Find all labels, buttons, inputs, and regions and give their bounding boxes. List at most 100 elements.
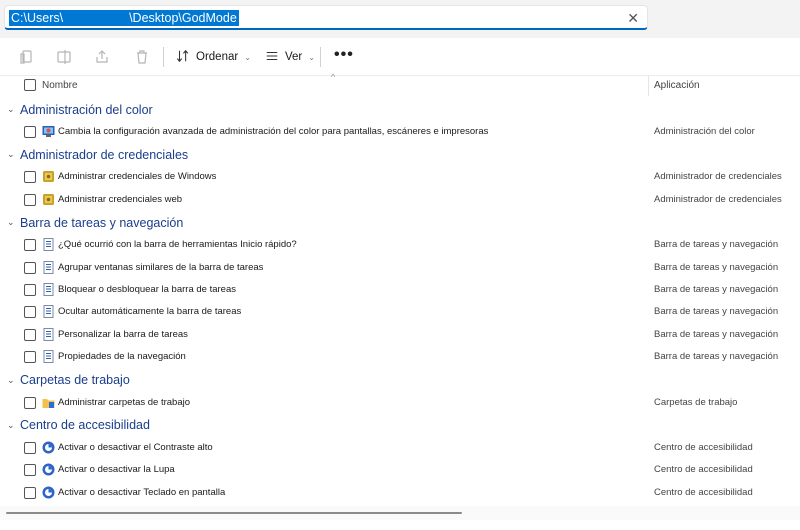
select-all-checkbox[interactable]	[24, 79, 36, 91]
group-header[interactable]: ⌄ Barra de tareas y navegación	[0, 211, 800, 234]
group-title: Administrador de credenciales	[20, 147, 189, 162]
item-name[interactable]: Propiedades de la navegación	[58, 351, 186, 362]
credential-icon	[42, 193, 55, 206]
view-icon	[265, 49, 279, 66]
taskbar-icon	[42, 260, 55, 274]
item-checkbox[interactable]	[24, 328, 36, 341]
item-checkbox[interactable]	[24, 126, 36, 138]
toolbar-separator	[163, 47, 164, 67]
item-name[interactable]: Agrupar ventanas similares de la barra d…	[58, 262, 263, 273]
sort-label: Ordenar	[196, 51, 239, 63]
item-application: Barra de tareas y navegación	[654, 261, 779, 273]
list-item[interactable]: Administrar credenciales web Administrado…	[0, 189, 800, 211]
item-name[interactable]: Activar o desactivar Teclado en pantalla	[58, 487, 225, 498]
item-checkbox[interactable]	[24, 261, 36, 274]
accessibility-icon	[42, 486, 55, 499]
taskbar-icon	[42, 282, 55, 296]
item-name[interactable]: Administrar credenciales de Windows	[58, 171, 216, 182]
column-divider[interactable]	[648, 76, 649, 96]
list-item[interactable]: Activar o desactivar Teclado en pantalla…	[0, 482, 800, 504]
item-checkbox[interactable]	[24, 441, 36, 454]
accessibility-icon	[42, 441, 55, 454]
item-application: Carpetas de trabajo	[654, 396, 738, 408]
chevron-down-icon: ⌄	[7, 419, 15, 430]
list-item[interactable]: Administrar credenciales de Windows Admin…	[0, 166, 800, 188]
credential-icon	[42, 170, 55, 183]
view-button[interactable]: Ver ⌄	[265, 47, 315, 67]
group-title: Centro de accesibilidad	[20, 418, 150, 433]
group-header[interactable]: ⌄ Administración del color	[0, 98, 800, 121]
chevron-down-icon: ⌄	[7, 217, 15, 228]
taskbar-icon	[42, 238, 55, 252]
item-checkbox[interactable]	[24, 486, 36, 499]
item-application: Administrador de credenciales	[654, 193, 782, 205]
item-name[interactable]: Cambia la configuración avanzada de admi…	[58, 126, 488, 137]
address-path[interactable]: C:\Users\ \Desktop\GodMode	[9, 10, 239, 26]
chevron-down-icon: ⌄	[7, 104, 15, 114]
taskbar-icon	[42, 327, 55, 341]
list-item[interactable]: Administrar carpetas de trabajo Carpetas …	[0, 392, 800, 414]
share-icon[interactable]	[93, 48, 111, 66]
item-checkbox[interactable]	[24, 306, 36, 319]
list-item[interactable]: Bloquear o desbloquear la barra de tarea…	[0, 279, 800, 301]
horizontal-scrollbar-thumb[interactable]	[6, 512, 462, 514]
more-options-button[interactable]: •••	[334, 46, 354, 64]
color-management-icon	[42, 125, 55, 138]
chevron-down-icon: ⌄	[7, 149, 15, 160]
item-checkbox[interactable]	[24, 283, 36, 296]
item-name[interactable]: Administrar carpetas de trabajo	[58, 397, 190, 408]
column-name[interactable]: Nombre	[42, 80, 78, 91]
column-application[interactable]: Aplicación	[654, 80, 700, 91]
view-label: Ver	[285, 51, 303, 63]
item-application: Centro de accesibilidad	[654, 441, 753, 453]
item-application: Barra de tareas y navegación	[654, 351, 779, 363]
sort-button[interactable]: Ordenar ⌄	[176, 47, 251, 67]
item-application: Administración del color	[654, 126, 755, 137]
item-application: Centro de accesibilidad	[654, 486, 753, 498]
taskbar-icon	[42, 305, 55, 319]
command-bar: Ordenar ⌄ Ver ⌄ •••	[0, 38, 800, 76]
item-checkbox[interactable]	[24, 464, 36, 477]
clear-address-icon[interactable]: ✕	[627, 9, 639, 27]
list-item[interactable]: Activar o desactivar el Contraste alto Ce…	[0, 437, 800, 459]
item-checkbox[interactable]	[24, 396, 36, 409]
group-header[interactable]: ⌄ Centro de accesibilidad	[0, 414, 800, 437]
item-checkbox[interactable]	[24, 351, 36, 364]
address-bar[interactable]: C:\Users\ \Desktop\GodMode ✕	[4, 5, 648, 30]
list-item[interactable]: Propiedades de la navegación Barra de tar…	[0, 346, 800, 368]
items-list: ⌄ Administración del color Cambia la confi…	[0, 98, 800, 504]
list-item[interactable]: Cambia la configuración avanzada de admi…	[0, 121, 800, 143]
group-title: Carpetas de trabajo	[20, 373, 130, 388]
item-name[interactable]: Activar o desactivar la Lupa	[58, 464, 175, 475]
item-name[interactable]: Bloquear o desbloquear la barra de tarea…	[58, 284, 236, 295]
list-item[interactable]: Agrupar ventanas similares de la barra d…	[0, 257, 800, 279]
item-name[interactable]: Personalizar la barra de tareas	[58, 329, 188, 340]
group-header[interactable]: ⌄ Carpetas de trabajo	[0, 369, 800, 392]
chevron-down-icon: ⌄	[308, 52, 315, 62]
item-checkbox[interactable]	[24, 239, 36, 252]
item-application: Barra de tareas y navegación	[654, 328, 779, 340]
column-header: Nombre ^ Aplicación	[0, 72, 800, 96]
item-name[interactable]: Ocultar automáticamente la barra de tare…	[58, 306, 241, 317]
rename-icon[interactable]	[55, 48, 73, 66]
delete-icon[interactable]	[133, 48, 151, 66]
item-application: Barra de tareas y navegación	[654, 306, 779, 318]
copy-icon[interactable]	[18, 48, 36, 66]
list-item[interactable]: Activar o desactivar la Lupa Centro de ac…	[0, 459, 800, 481]
item-checkbox[interactable]	[24, 171, 36, 184]
item-name[interactable]: Administrar credenciales web	[58, 194, 182, 205]
sort-icon	[176, 49, 190, 66]
item-name[interactable]: Activar o desactivar el Contraste alto	[58, 442, 213, 453]
group-header[interactable]: ⌄ Administrador de credenciales	[0, 143, 800, 166]
item-checkbox[interactable]	[24, 193, 36, 206]
chevron-down-icon: ⌄	[244, 52, 251, 62]
list-item[interactable]: Ocultar automáticamente la barra de tare…	[0, 301, 800, 323]
toolbar-separator	[320, 47, 321, 67]
group-title: Barra de tareas y navegación	[20, 215, 184, 230]
list-item[interactable]: ¿Qué ocurrió con la barra de herramienta…	[0, 234, 800, 256]
item-application: Administrador de credenciales	[654, 171, 782, 183]
item-application: Barra de tareas y navegación	[654, 239, 779, 251]
list-item[interactable]: Personalizar la barra de tareas Barra de …	[0, 324, 800, 346]
item-name[interactable]: ¿Qué ocurrió con la barra de herramienta…	[58, 239, 297, 250]
chevron-down-icon: ⌄	[7, 374, 15, 385]
